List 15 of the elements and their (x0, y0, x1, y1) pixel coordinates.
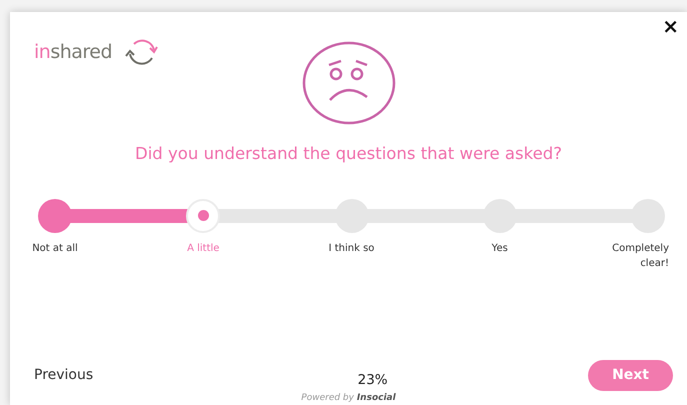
question-text: Did you understand the questions that were asked? (134, 143, 563, 165)
scale-option[interactable] (38, 198, 72, 233)
previous-button[interactable]: Previous (34, 365, 94, 386)
option-label: Completely clear! (611, 242, 669, 271)
scale-option[interactable] (631, 198, 665, 233)
sad-face-icon (300, 40, 396, 126)
powered-by-text: Powered by Insocial (301, 392, 396, 402)
option-label: A little (187, 242, 220, 256)
logo-text: inshared (34, 40, 112, 65)
scale-option[interactable] (186, 198, 220, 233)
option-label: Not at all (32, 242, 78, 256)
option-label: I think so (328, 242, 374, 256)
option-label: Yes (492, 242, 508, 256)
close-button[interactable]: × (660, 16, 681, 36)
progress-text: 23% (358, 371, 388, 390)
